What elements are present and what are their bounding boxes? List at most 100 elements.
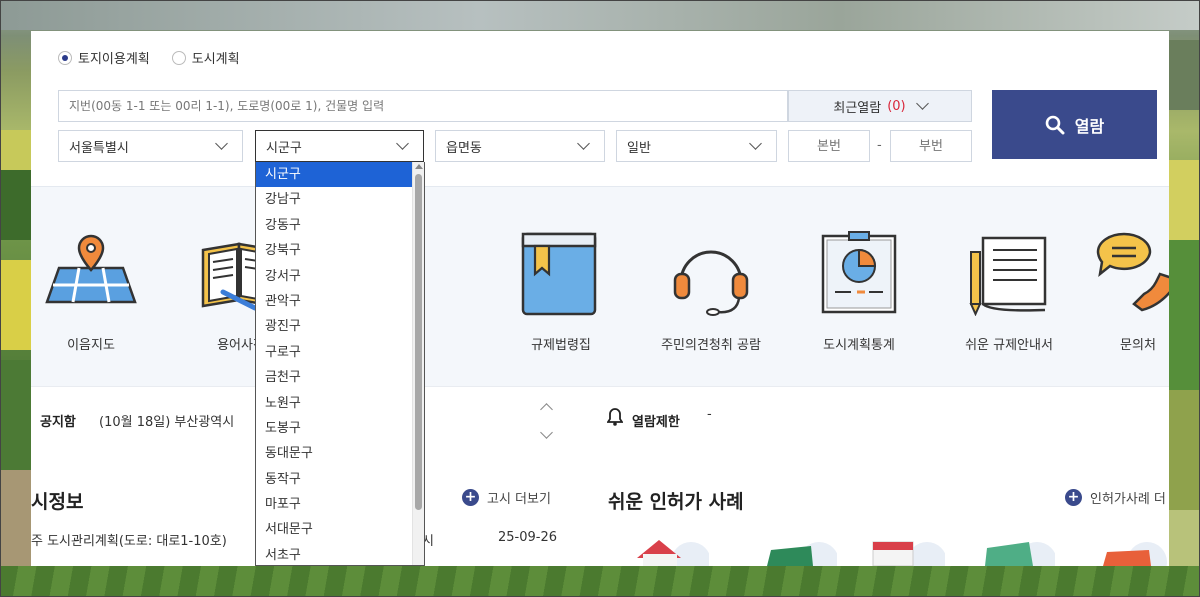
notice-bar: 공지함 (10월 18일) 부산광역시 열람제한 - xyxy=(31,386,1169,452)
store-icon[interactable] xyxy=(1099,536,1169,566)
dropdown-option[interactable]: 구로구 xyxy=(256,340,424,365)
land-type-select[interactable]: 일반 xyxy=(616,130,777,162)
notice-text[interactable]: (10월 18일) 부산광역시 xyxy=(99,411,234,430)
chevron-up-icon[interactable] xyxy=(539,403,553,416)
building-icon[interactable] xyxy=(869,536,945,566)
map-pin-icon xyxy=(45,234,137,304)
document-pencil-icon xyxy=(969,236,1047,316)
quick-item-label: 도시계획통계 xyxy=(823,338,895,353)
radio-land-use-plan[interactable]: 토지이용계획 xyxy=(58,48,150,67)
dropdown-scrollbar[interactable] xyxy=(412,162,424,565)
plus-icon: + xyxy=(462,489,479,506)
search-icon xyxy=(1045,115,1065,134)
notice-arrows xyxy=(539,397,553,443)
notice-row-title[interactable]: 주 도시관리계획(도로: 대로1-10호) xyxy=(31,530,227,549)
view-limit-value: - xyxy=(707,407,712,422)
number-dash: - xyxy=(877,138,882,153)
view-search-button[interactable]: 열람 xyxy=(992,90,1157,159)
dropdown-options: 시군구 강남구 강동구 강북구 강서구 관악구 광진구 구로구 금천구 노원구 도봉구 동대문구 동작구… xyxy=(256,162,424,565)
bg-field xyxy=(1168,160,1200,240)
chevron-down-icon xyxy=(577,137,590,150)
house-icon[interactable] xyxy=(633,536,709,566)
bg-field xyxy=(1168,240,1200,390)
dropdown-option[interactable]: 서대문구 xyxy=(256,517,424,542)
recent-label: 최근열람 xyxy=(833,100,882,116)
quick-item-label: 규제법령집 xyxy=(531,338,591,353)
chevron-down-icon xyxy=(396,137,409,150)
chevron-down-icon xyxy=(749,137,762,150)
quick-item-statistics[interactable]: 도시계획통계 xyxy=(799,230,919,353)
search-button-label: 열람 xyxy=(1074,116,1105,136)
plus-icon: + xyxy=(1065,489,1082,506)
dropdown-option[interactable]: 관악구 xyxy=(256,289,424,314)
dropdown-option[interactable]: 강동구 xyxy=(256,213,424,238)
headset-icon xyxy=(673,250,749,316)
land-type-value: 일반 xyxy=(627,140,651,156)
recent-count: (0) xyxy=(887,98,906,114)
notice-section-title: 시정보 xyxy=(31,491,84,513)
plan-type-radios: 토지이용계획 도시계획 xyxy=(58,48,240,67)
quick-item-label: 이음지도 xyxy=(67,338,115,353)
shop-icon[interactable] xyxy=(761,536,837,566)
dropdown-option[interactable]: 노원구 xyxy=(256,391,424,416)
dropdown-option[interactable]: 금천구 xyxy=(256,365,424,390)
eupmyeondong-value: 읍면동 xyxy=(446,140,482,156)
radio-dot-icon xyxy=(58,50,72,65)
sigungu-value: 시군구 xyxy=(266,140,302,156)
quick-item-public-hearing[interactable]: 주민의견청취 공람 xyxy=(651,230,771,353)
view-limit-label: 열람제한 xyxy=(632,415,680,430)
sido-select[interactable]: 서울특별시 xyxy=(58,130,243,162)
search-area: 토지이용계획 도시계획 최근열람 (0) 서울특별시 시군구 읍면동 일반 xyxy=(31,31,1169,186)
dropdown-option[interactable]: 강북구 xyxy=(256,238,424,263)
eupmyeondong-select[interactable]: 읍면동 xyxy=(435,130,605,162)
bg-field xyxy=(0,566,1200,597)
sigungu-dropdown-list[interactable]: 시군구 강남구 강동구 강북구 강서구 관악구 광진구 구로구 금천구 노원구 도봉구 동대문구 동작구… xyxy=(255,162,425,566)
more-label: 인허가사례 더 xyxy=(1090,492,1166,507)
quick-menu: 이음지도 용어사전 규제법령집 주민의견청취 공람 도시계획통계 쉬운 규제안내… xyxy=(31,186,1169,386)
radio-city-plan[interactable]: 도시계획 xyxy=(171,48,240,67)
radio-label: 토지이용계획 xyxy=(78,52,150,67)
stats-board-icon xyxy=(821,231,897,314)
bubeon-input[interactable] xyxy=(890,130,972,162)
sido-value: 서울특별시 xyxy=(69,140,129,156)
snack-shop-icon[interactable] xyxy=(979,536,1055,566)
law-book-icon xyxy=(521,232,597,316)
main-panel: 토지이용계획 도시계획 최근열람 (0) 서울특별시 시군구 읍면동 일반 xyxy=(31,31,1169,566)
more-label: 고시 더보기 xyxy=(487,492,551,507)
permit-cases-title: 쉬운 인허가 사례 xyxy=(608,491,744,513)
quick-item-label: 주민의견청취 공람 xyxy=(661,338,761,353)
bell-icon xyxy=(607,408,623,426)
scroll-up-arrow-icon[interactable] xyxy=(415,164,423,169)
recent-view-button[interactable]: 최근열람 (0) xyxy=(788,90,972,122)
dropdown-option[interactable]: 마포구 xyxy=(256,492,424,517)
notice-more-link[interactable]: + 고시 더보기 xyxy=(462,488,551,507)
radio-dot-icon xyxy=(171,50,186,65)
quick-item-contact[interactable]: 문의처 xyxy=(1078,230,1169,353)
quick-item-label: 문의처 xyxy=(1120,338,1156,353)
bg-field xyxy=(1168,390,1200,510)
chevron-down-icon xyxy=(915,97,929,110)
address-search-input[interactable] xyxy=(58,90,788,122)
dropdown-option[interactable]: 강서구 xyxy=(256,264,424,289)
bg-field xyxy=(0,170,35,240)
quick-item-map[interactable]: 이음지도 xyxy=(31,230,151,353)
quick-item-regulations[interactable]: 규제법령집 xyxy=(501,230,621,353)
chevron-down-icon xyxy=(215,137,228,150)
quick-item-label: 쉬운 규제안내서 xyxy=(965,338,1053,353)
permit-case-icons xyxy=(631,536,1169,566)
dropdown-option[interactable]: 광진구 xyxy=(256,314,424,339)
bonbeon-input[interactable] xyxy=(788,130,870,162)
sigungu-select[interactable]: 시군구 xyxy=(255,130,424,162)
permit-more-link[interactable]: + 인허가사례 더 xyxy=(1065,488,1166,507)
dropdown-option[interactable]: 시군구 xyxy=(256,162,424,188)
quick-item-easy-guide[interactable]: 쉬운 규제안내서 xyxy=(949,230,1069,353)
dropdown-option[interactable]: 동작구 xyxy=(256,467,424,492)
dropdown-option[interactable]: 동대문구 xyxy=(256,441,424,466)
dropdown-option[interactable]: 강남구 xyxy=(256,187,424,212)
bg-sky xyxy=(0,0,1200,30)
dropdown-option[interactable]: 서초구 xyxy=(256,543,424,565)
radio-label: 도시계획 xyxy=(191,52,240,67)
scroll-thumb[interactable] xyxy=(415,174,422,510)
chevron-down-icon[interactable] xyxy=(539,426,553,439)
dropdown-option[interactable]: 도봉구 xyxy=(256,416,424,441)
